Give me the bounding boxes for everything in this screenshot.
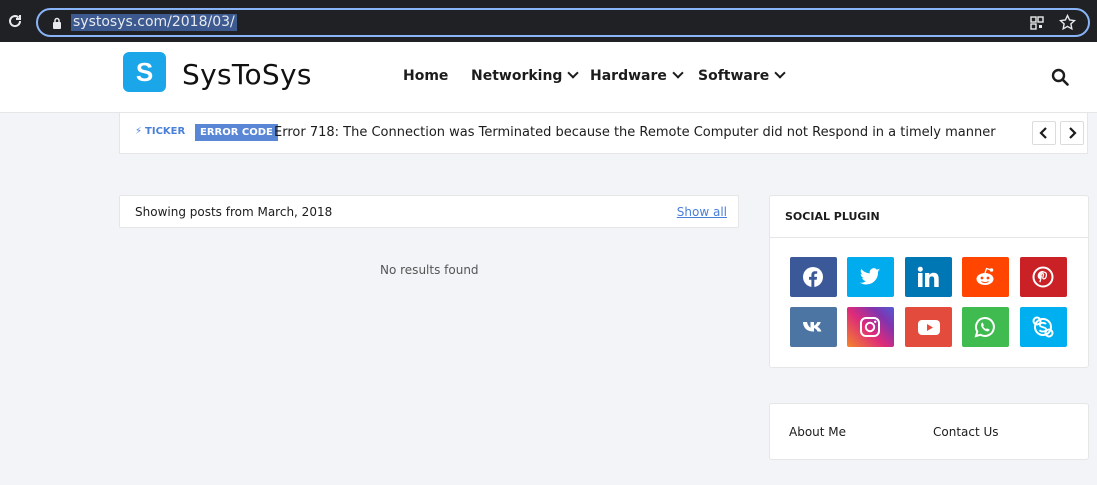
reddit-icon bbox=[976, 267, 994, 285]
vk-button[interactable] bbox=[790, 307, 837, 347]
lock-icon bbox=[53, 17, 61, 29]
chevron-down-icon bbox=[774, 67, 786, 79]
instagram-icon bbox=[860, 317, 880, 337]
chevron-down-icon bbox=[672, 67, 684, 79]
linkedin-button[interactable] bbox=[905, 257, 952, 297]
browser-toolbar: systosys.com/2018/03/ bbox=[0, 0, 1097, 42]
archive-title: Showing posts from March, 2018 bbox=[135, 205, 333, 219]
nav-networking[interactable]: Networking bbox=[471, 67, 580, 84]
chevron-right-icon bbox=[1069, 127, 1077, 139]
qr-code-icon[interactable] bbox=[1030, 16, 1044, 30]
social-plugin-widget: SOCIAL PLUGIN bbox=[769, 195, 1089, 368]
bookmark-star-icon[interactable] bbox=[1059, 14, 1076, 31]
twitter-icon bbox=[859, 268, 881, 285]
no-results-message: No results found bbox=[380, 263, 479, 277]
search-icon[interactable] bbox=[1051, 68, 1069, 86]
reddit-button[interactable] bbox=[962, 257, 1009, 297]
ticker-label: ⚡ TICKER bbox=[135, 126, 185, 137]
vk-icon bbox=[803, 322, 822, 332]
ticker-next-button[interactable] bbox=[1060, 121, 1084, 145]
youtube-button[interactable] bbox=[905, 307, 952, 347]
skype-icon bbox=[1032, 316, 1054, 338]
nav-hardware-label: Hardware bbox=[590, 68, 667, 84]
ticker-headline[interactable]: Error 718: The Connection was Terminated… bbox=[274, 125, 996, 140]
youtube-icon bbox=[918, 320, 940, 335]
nav-networking-label: Networking bbox=[471, 68, 563, 84]
news-ticker: ⚡ TICKER ERROR CODE Error 718: The Connec… bbox=[119, 113, 1088, 154]
nav-software[interactable]: Software bbox=[698, 67, 786, 84]
facebook-icon bbox=[803, 267, 823, 287]
pinterest-button[interactable] bbox=[1020, 257, 1067, 297]
chevron-left-icon bbox=[1039, 127, 1047, 139]
url-text[interactable]: systosys.com/2018/03/ bbox=[71, 14, 237, 31]
divider bbox=[770, 237, 1088, 238]
reload-icon[interactable] bbox=[7, 13, 23, 29]
linkedin-icon bbox=[917, 266, 939, 287]
pinterest-icon bbox=[1032, 266, 1054, 288]
skype-button[interactable] bbox=[1020, 307, 1067, 347]
facebook-button[interactable] bbox=[790, 257, 837, 297]
twitter-button[interactable] bbox=[847, 257, 894, 297]
contact-us-link[interactable]: Contact Us bbox=[933, 425, 999, 439]
ticker-prev-button[interactable] bbox=[1032, 121, 1056, 145]
nav-software-label: Software bbox=[698, 68, 770, 84]
nav-home-label: Home bbox=[403, 68, 449, 84]
pages-widget: About Me Contact Us bbox=[769, 403, 1089, 460]
site-header: S SysToSys Home Networking Hardware Soft… bbox=[0, 42, 1097, 113]
site-name[interactable]: SysToSys bbox=[182, 58, 312, 91]
logo-icon[interactable]: S bbox=[123, 52, 166, 92]
ticker-category-badge[interactable]: ERROR CODE bbox=[195, 124, 278, 141]
whatsapp-button[interactable] bbox=[962, 307, 1009, 347]
posts-header: Showing posts from March, 2018 Show all bbox=[119, 195, 739, 228]
nav-home[interactable]: Home bbox=[403, 68, 448, 84]
ticker-label-text: TICKER bbox=[145, 126, 186, 137]
show-all-link[interactable]: Show all bbox=[677, 205, 727, 219]
widget-title: SOCIAL PLUGIN bbox=[785, 210, 880, 223]
whatsapp-icon bbox=[974, 316, 995, 338]
nav-hardware[interactable]: Hardware bbox=[590, 67, 684, 84]
address-bar[interactable]: systosys.com/2018/03/ bbox=[36, 8, 1090, 37]
bolt-icon: ⚡ bbox=[135, 126, 143, 137]
chevron-down-icon bbox=[567, 67, 580, 79]
about-me-link[interactable]: About Me bbox=[789, 425, 846, 439]
instagram-button[interactable] bbox=[847, 307, 894, 347]
